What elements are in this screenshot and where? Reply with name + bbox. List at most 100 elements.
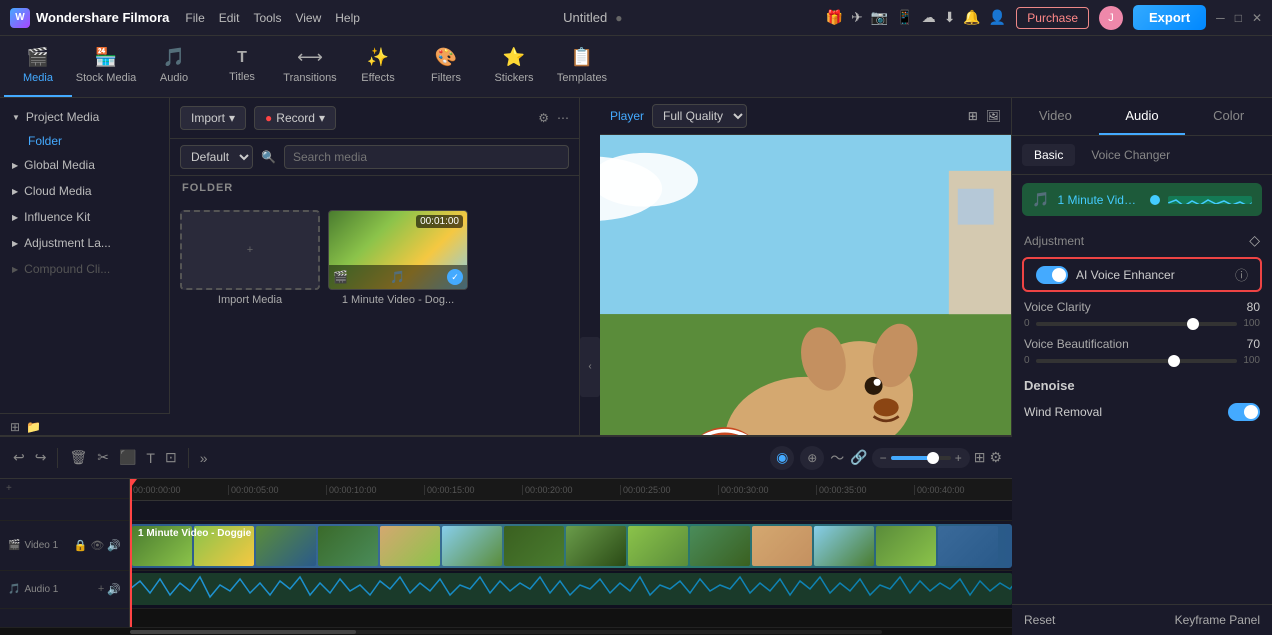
- import-drop-area[interactable]: +: [180, 210, 320, 290]
- media-icon[interactable]: 📷: [871, 9, 888, 26]
- tab-color[interactable]: Color: [1185, 98, 1272, 135]
- phone-icon[interactable]: 📱: [896, 9, 913, 26]
- cut-icon[interactable]: ✂: [94, 446, 112, 469]
- plane-icon[interactable]: ✈: [851, 9, 863, 26]
- zoom-controls: − +: [872, 448, 970, 468]
- wind-toggle-slider: [1228, 403, 1260, 421]
- info-icon[interactable]: ⓘ: [1235, 265, 1248, 284]
- panel-collapse-button[interactable]: ‹: [580, 337, 600, 397]
- subtab-basic[interactable]: Basic: [1022, 144, 1075, 166]
- download-icon[interactable]: ⬇: [944, 9, 956, 26]
- voice-clarity-slider[interactable]: [1036, 322, 1238, 326]
- crop-icon[interactable]: ⊡: [162, 446, 180, 469]
- video-thumb-1[interactable]: 00:01:00 🎬 🎵 ✓ 1 Minute Video - Dog...: [328, 210, 468, 306]
- ai-voice-enhancer-toggle[interactable]: [1036, 266, 1068, 284]
- timeline-ruler: 00:00:00:00 00:00:05:00 00:00:10:00 00:0…: [130, 479, 1012, 501]
- adjustment-label: Adjustment: [1024, 234, 1084, 248]
- nav-stock-media[interactable]: 🏪 Stock Media: [72, 37, 140, 97]
- folder-add-icon[interactable]: 📁: [26, 420, 41, 434]
- track-audio-icon[interactable]: 🔊: [107, 539, 121, 552]
- undo-icon[interactable]: ↩: [10, 446, 28, 469]
- ruler-mark-3: 00:00:15:00: [424, 485, 522, 495]
- text-icon[interactable]: T: [143, 447, 158, 469]
- track-visible-icon[interactable]: 👁: [90, 539, 104, 552]
- video-track-bar[interactable]: 1 Minute Video - Doggie: [130, 524, 1012, 568]
- nav-transitions[interactable]: ⟷ Transitions: [276, 37, 344, 97]
- purchase-button[interactable]: Purchase: [1016, 7, 1089, 29]
- audio-mute-icon[interactable]: 🔊: [107, 583, 121, 596]
- reset-button[interactable]: Reset: [1024, 613, 1055, 627]
- more-tools-icon[interactable]: »: [197, 447, 211, 469]
- maximize-icon[interactable]: □: [1235, 11, 1242, 25]
- wind-removal-toggle[interactable]: [1228, 403, 1260, 421]
- menu-help[interactable]: Help: [335, 11, 360, 25]
- audio-add-icon[interactable]: +: [98, 583, 104, 596]
- record-button[interactable]: ● Record ▾: [254, 106, 336, 130]
- search-input[interactable]: [284, 145, 569, 169]
- import-button[interactable]: Import ▾: [180, 106, 246, 130]
- grid-view-icon[interactable]: ⊞: [968, 109, 978, 123]
- sort-select[interactable]: Default: [180, 145, 253, 169]
- bell-icon[interactable]: 🔔: [963, 9, 980, 26]
- voice-beautification-slider[interactable]: [1036, 359, 1238, 363]
- ripple-icon[interactable]: ◉: [770, 446, 794, 470]
- avatar[interactable]: J: [1099, 6, 1123, 30]
- track-lock-icon[interactable]: 🔒: [74, 539, 88, 552]
- image-view-icon[interactable]: 🖼: [986, 109, 1001, 123]
- user-icon[interactable]: 👤: [989, 9, 1006, 26]
- import-media-thumb[interactable]: + Import Media: [180, 210, 320, 306]
- more-icon[interactable]: ⋯: [557, 111, 569, 125]
- sidebar-item-compound[interactable]: ▶ Compound Cli...: [0, 256, 169, 282]
- nav-effects[interactable]: ✨ Effects: [344, 37, 412, 97]
- quality-select[interactable]: Full Quality: [652, 104, 747, 128]
- close-icon[interactable]: ✕: [1252, 11, 1262, 25]
- settings-icon[interactable]: ⚙: [989, 449, 1002, 466]
- nav-titles[interactable]: T Titles: [208, 37, 276, 97]
- subtab-voice-changer[interactable]: Voice Changer: [1079, 144, 1182, 166]
- zoom-out-icon[interactable]: −: [880, 451, 887, 465]
- audio-wave-icon[interactable]: 〜: [830, 448, 844, 468]
- audio-note-icon: 🎵: [1032, 191, 1049, 208]
- sidebar-item-adjustment[interactable]: ▶ Adjustment La...: [0, 230, 169, 256]
- menu-edit[interactable]: Edit: [219, 11, 240, 25]
- minimize-icon[interactable]: ─: [1216, 11, 1225, 25]
- trim-icon[interactable]: ⬛: [116, 446, 139, 469]
- cloud-icon[interactable]: ☁: [922, 9, 936, 26]
- export-button[interactable]: Export: [1133, 5, 1206, 30]
- sidebar-item-influence-kit[interactable]: ▶ Influence Kit: [0, 204, 169, 230]
- timeline-scrollbar[interactable]: [0, 627, 1012, 635]
- player-tab[interactable]: Player: [610, 109, 644, 123]
- sidebar-item-global-media[interactable]: ▶ Global Media: [0, 152, 169, 178]
- zoom-slider[interactable]: [891, 456, 951, 460]
- keyframe-diamond-icon[interactable]: ◇: [1249, 232, 1260, 249]
- snap-icon[interactable]: ⊕: [800, 446, 824, 470]
- tab-video[interactable]: Video: [1012, 98, 1099, 135]
- nav-stickers[interactable]: ⭐ Stickers: [480, 37, 548, 97]
- menu-view[interactable]: View: [295, 11, 321, 25]
- link-icon[interactable]: 🔗: [850, 449, 867, 466]
- video-track-name: Video 1: [24, 540, 69, 551]
- menu-tools[interactable]: Tools: [253, 11, 281, 25]
- nav-filters[interactable]: 🎨 Filters: [412, 37, 480, 97]
- filter-icon[interactable]: ⚙: [538, 111, 549, 125]
- menu-file[interactable]: File: [185, 11, 204, 25]
- redo-icon[interactable]: ↪: [32, 446, 50, 469]
- nav-templates[interactable]: 📋 Templates: [548, 37, 616, 97]
- sidebar-item-project-media[interactable]: ▼ Project Media: [0, 104, 169, 130]
- gift-icon[interactable]: 🎁: [826, 9, 843, 26]
- nav-media[interactable]: 🎬 Media: [4, 37, 72, 97]
- nav-audio[interactable]: 🎵 Audio: [140, 37, 208, 97]
- delete-icon[interactable]: 🗑: [66, 446, 90, 469]
- zoom-in-icon[interactable]: +: [955, 451, 962, 465]
- layout-icon[interactable]: ⊞: [974, 449, 986, 466]
- cloud-media-label: Cloud Media: [24, 184, 157, 198]
- sidebar-item-folder[interactable]: Folder: [0, 130, 169, 152]
- divider-1: [57, 448, 58, 468]
- timeline-tracks-scroll[interactable]: 00:00:00:00 00:00:05:00 00:00:10:00 00:0…: [130, 479, 1012, 627]
- voice-clarity-row: Voice Clarity 80 0 100: [1012, 296, 1272, 333]
- video-thumb-label-1: 1 Minute Video - Dog...: [328, 294, 468, 306]
- add-track-icon[interactable]: ⊞: [10, 420, 20, 434]
- sidebar-item-cloud-media[interactable]: ▶ Cloud Media: [0, 178, 169, 204]
- tab-audio[interactable]: Audio: [1099, 98, 1186, 135]
- keyframe-panel-button[interactable]: Keyframe Panel: [1175, 613, 1260, 627]
